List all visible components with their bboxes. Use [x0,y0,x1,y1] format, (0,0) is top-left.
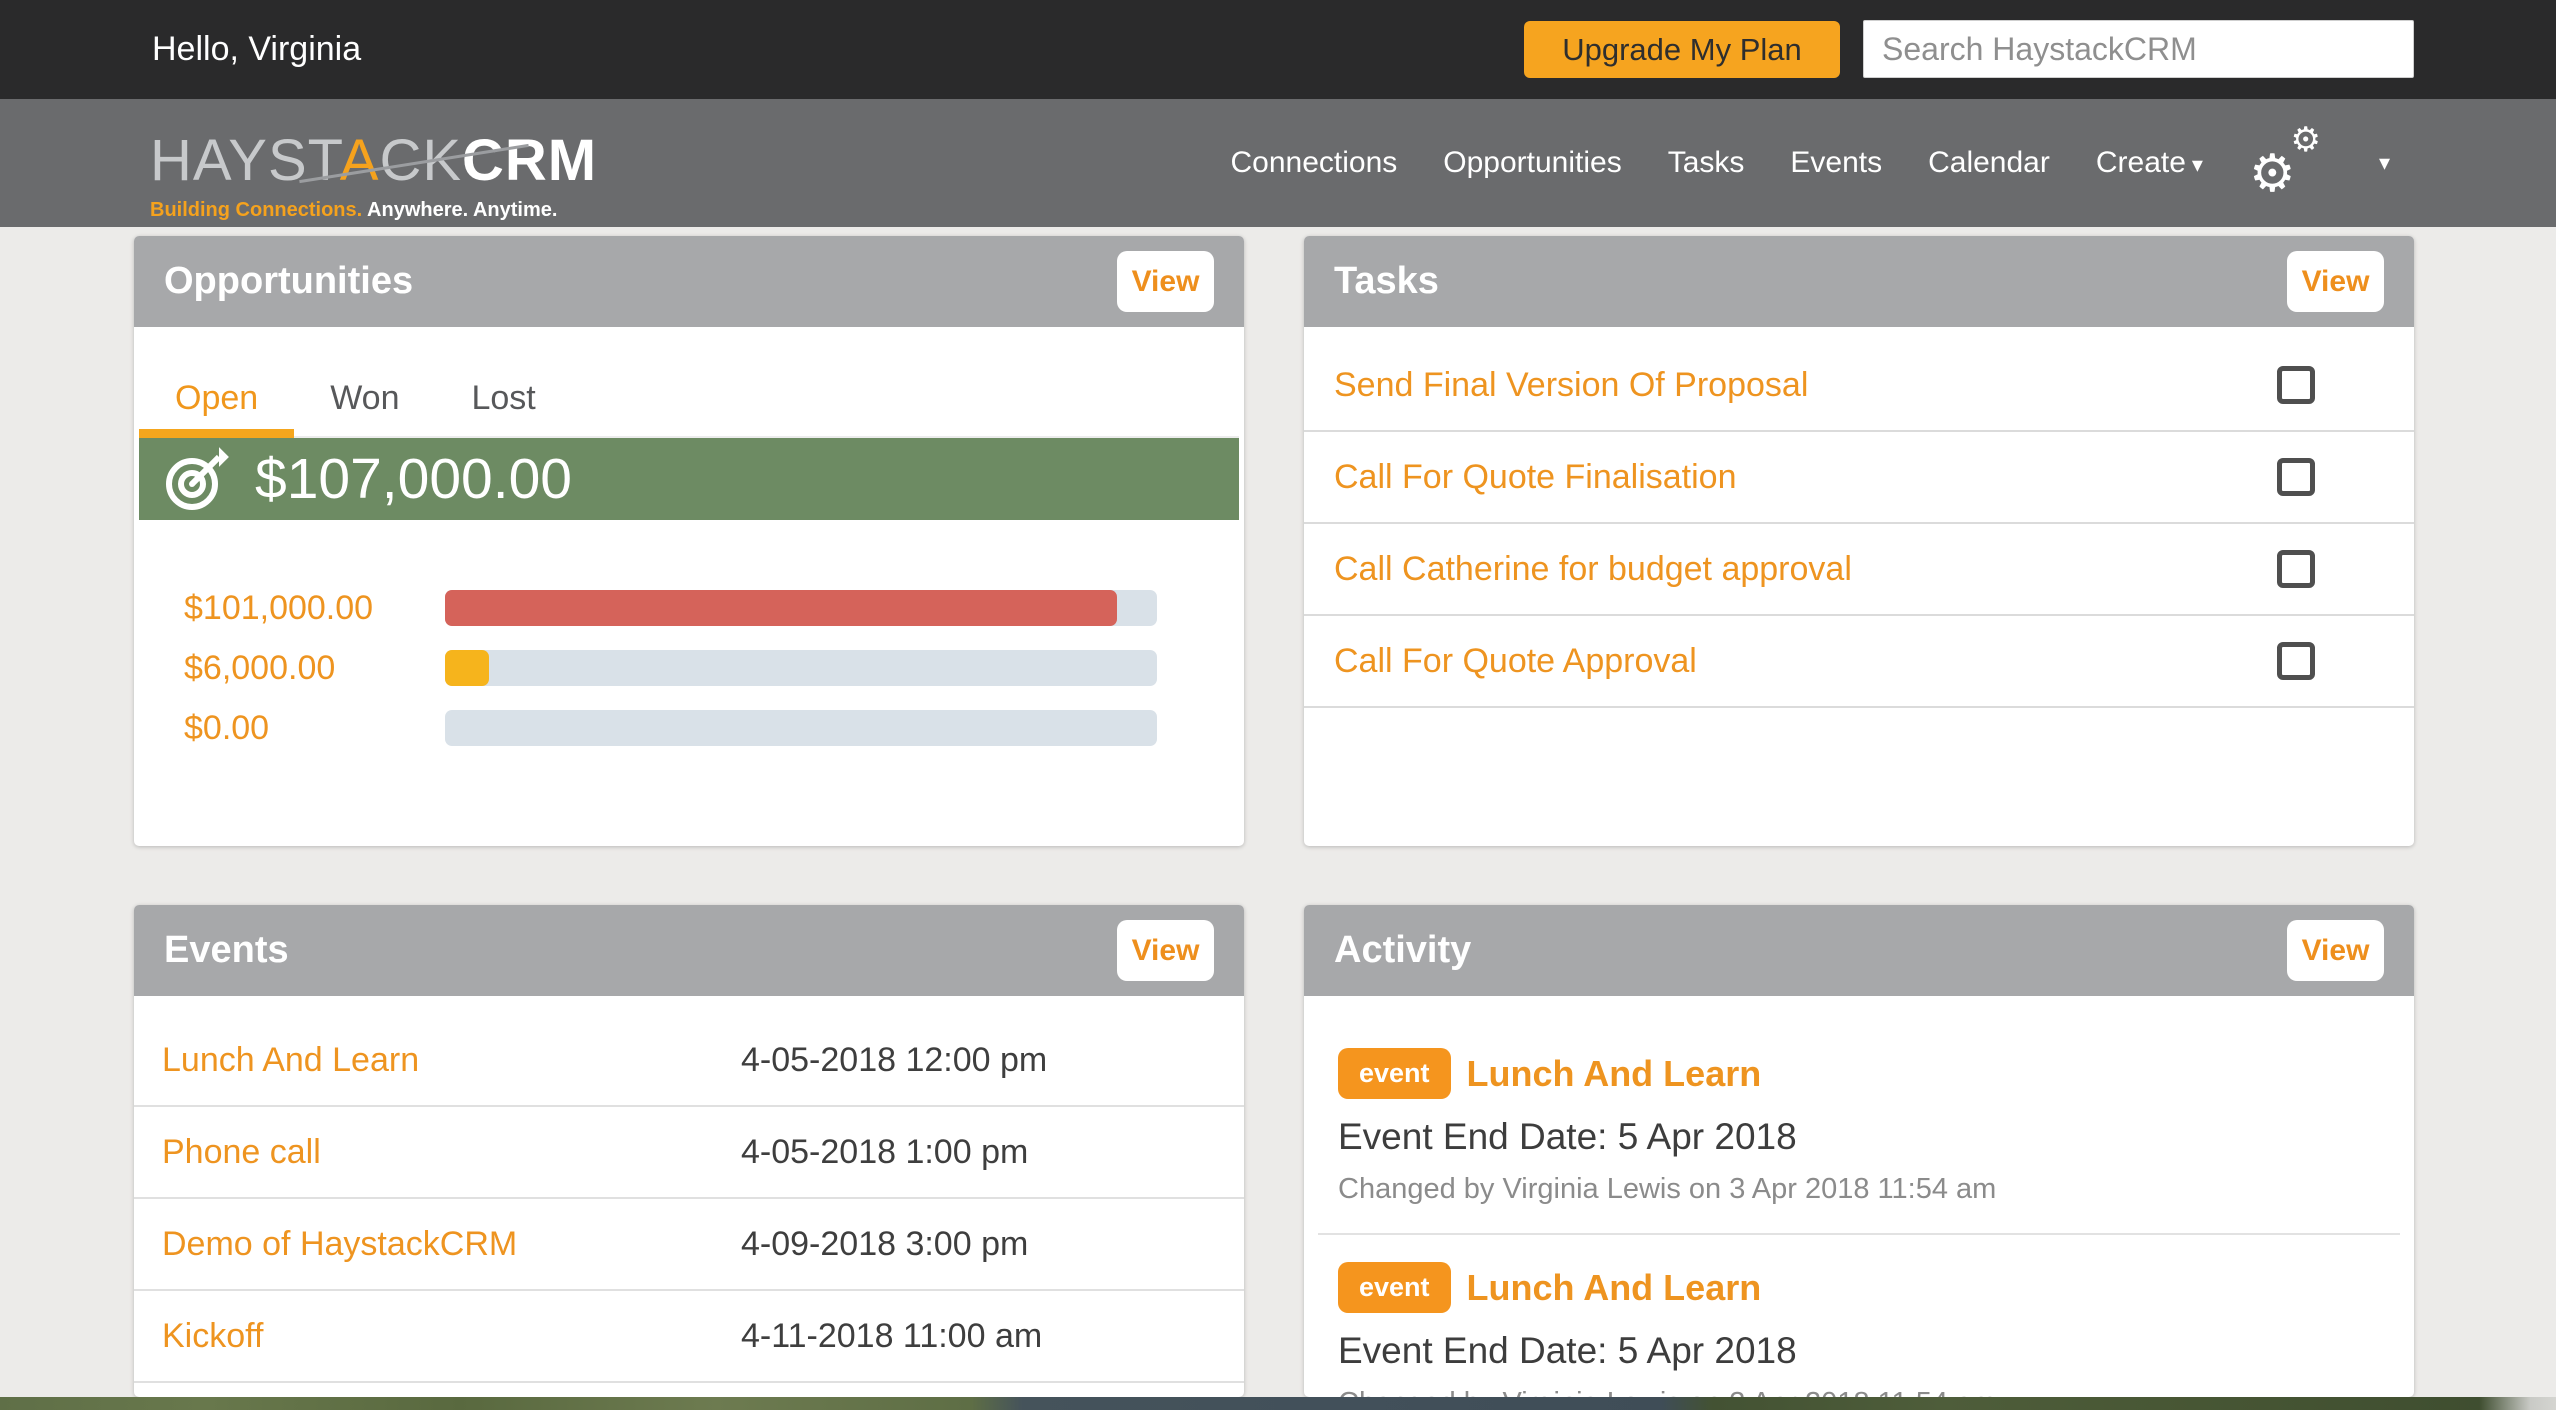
activity-item-detail: Event End Date: 5 Apr 2018 [1338,1116,2384,1158]
task-link[interactable]: Call Catherine for budget approval [1334,550,1852,589]
tasks-view-button[interactable]: View [2287,251,2384,312]
haystackcrm-logo[interactable]: HAYSTACKCRM Building Connections. Anywhe… [150,132,520,220]
top-bar: Hello, Virginia Upgrade My Plan [0,0,2556,99]
nav-item-tasks[interactable]: Tasks [1668,146,1745,180]
event-row: Demo of HaystackCRM 4-09-2018 3:00 pm [134,1199,1244,1291]
bar-row: $101,000.00 [184,590,1244,626]
activity-card-header: Activity View [1304,905,2414,996]
event-row: Phone call 4-05-2018 1:00 pm [134,1107,1244,1199]
bar-track [445,650,1157,686]
nav-item-events[interactable]: Events [1790,146,1882,180]
event-link[interactable]: Lunch And Learn [162,1041,741,1080]
activity-view-button[interactable]: View [2287,920,2384,981]
event-row: Kickoff 4-11-2018 11:00 am [134,1291,1244,1383]
divider [1318,1233,2400,1235]
logo-accent-letter: A [340,128,380,193]
bullseye-target-icon [165,447,229,511]
gear-icon-small: ⚙ [2290,120,2320,160]
main-navbar: HAYSTACKCRM Building Connections. Anywhe… [0,99,2556,227]
bar-label: $0.00 [184,709,445,748]
event-datetime: 4-05-2018 12:00 pm [741,1041,1047,1080]
open-total-amount: $107,000.00 [255,446,572,512]
event-link[interactable]: Phone call [162,1133,741,1172]
background-photo-strip [0,1397,2556,1410]
event-link[interactable]: Demo of HaystackCRM [162,1225,741,1264]
event-row: Lunch And Learn 4-05-2018 12:00 pm [134,1015,1244,1107]
opportunities-view-button[interactable]: View [1117,251,1214,312]
task-checkbox[interactable] [2277,366,2315,404]
nav-item-create[interactable]: Create▾ [2096,146,2203,180]
tasks-card: Tasks View Send Final Version Of Proposa… [1304,236,2414,846]
activity-list: event Lunch And Learn Event End Date: 5 … [1304,996,2414,1397]
opportunities-card-title: Opportunities [164,260,413,303]
chevron-down-icon: ▾ [2192,152,2203,177]
bar-fill [445,650,489,686]
activity-item-header: event Lunch And Learn [1338,1262,2384,1313]
activity-item-header: event Lunch And Learn [1338,1048,2384,1099]
activity-card-title: Activity [1334,929,1471,972]
greeting-text: Hello, Virginia [152,0,361,99]
event-link[interactable]: Kickoff [162,1317,741,1356]
tab-won[interactable]: Won [294,363,435,436]
task-list: Send Final Version Of Proposal Call For … [1304,327,2414,708]
tab-lost[interactable]: Lost [435,363,571,436]
events-view-button[interactable]: View [1117,920,1214,981]
activity-item: event Lunch And Learn Event End Date: 5 … [1338,1262,2384,1397]
nav-links: Connections Opportunities Tasks Events C… [1230,99,2390,227]
task-row: Send Final Version Of Proposal [1304,340,2414,432]
nav-item-connections[interactable]: Connections [1230,146,1397,180]
event-type-badge: event [1338,1262,1451,1313]
event-list: Lunch And Learn 4-05-2018 12:00 pm Phone… [134,996,1244,1383]
task-link[interactable]: Send Final Version Of Proposal [1334,366,1808,405]
events-card-header: Events View [134,905,1244,996]
event-datetime: 4-09-2018 3:00 pm [741,1225,1028,1264]
bar-row: $0.00 [184,710,1244,746]
nav-item-opportunities[interactable]: Opportunities [1443,146,1621,180]
logo-tagline: Building Connections. Anywhere. Anytime. [150,200,520,220]
logo-wordmark: HAYSTACKCRM [150,132,520,190]
task-row: Call For Quote Finalisation [1304,432,2414,524]
opportunities-tabs: Open Won Lost [139,363,1239,438]
opportunities-bar-chart: $101,000.00 $6,000.00 $0.00 [134,590,1244,746]
gear-icon: ⚙ [2249,144,2296,204]
task-checkbox[interactable] [2277,642,2315,680]
bar-track [445,710,1157,746]
bar-fill [445,590,1117,626]
activity-item-meta: Changed by Virginia Lewis on 3 Apr 2018 … [1338,1173,2384,1206]
activity-item-detail: Event End Date: 5 Apr 2018 [1338,1330,2384,1372]
nav-item-calendar[interactable]: Calendar [1928,146,2050,180]
tasks-card-title: Tasks [1334,260,1439,303]
activity-item: event Lunch And Learn Event End Date: 5 … [1338,1048,2384,1206]
events-card-title: Events [164,929,289,972]
search-input[interactable] [1863,20,2414,78]
opportunities-card-header: Opportunities View [134,236,1244,327]
dashboard-content: Opportunities View Open Won Lost $107,00… [0,227,2556,1410]
activity-card: Activity View event Lunch And Learn Even… [1304,905,2414,1397]
events-card: Events View Lunch And Learn 4-05-2018 12… [134,905,1244,1397]
event-type-badge: event [1338,1048,1451,1099]
task-checkbox[interactable] [2277,458,2315,496]
activity-item-meta: Changed by Virginia Lewis on 3 Apr 2018 … [1338,1387,2384,1397]
opportunities-card: Opportunities View Open Won Lost $107,00… [134,236,1244,846]
open-total-banner: $107,000.00 [139,438,1239,520]
bar-track [445,590,1157,626]
tasks-card-header: Tasks View [1304,236,2414,327]
task-checkbox[interactable] [2277,550,2315,588]
settings-menu[interactable]: ⚙ ⚙ [2249,128,2327,198]
activity-item-link[interactable]: Lunch And Learn [1467,1053,1762,1095]
settings-chevron-down-icon: ▾ [2379,150,2390,176]
event-datetime: 4-05-2018 1:00 pm [741,1133,1028,1172]
bar-label: $6,000.00 [184,649,445,688]
event-datetime: 4-11-2018 11:00 am [741,1317,1042,1356]
task-row: Call For Quote Approval [1304,616,2414,708]
task-link[interactable]: Call For Quote Finalisation [1334,458,1737,497]
bar-label: $101,000.00 [184,589,445,628]
task-link[interactable]: Call For Quote Approval [1334,642,1697,681]
bar-row: $6,000.00 [184,650,1244,686]
dashboard-grid: Opportunities View Open Won Lost $107,00… [134,236,2414,1397]
task-row: Call Catherine for budget approval [1304,524,2414,616]
upgrade-plan-button[interactable]: Upgrade My Plan [1524,21,1840,78]
activity-item-link[interactable]: Lunch And Learn [1467,1267,1762,1309]
tab-open[interactable]: Open [139,363,294,438]
